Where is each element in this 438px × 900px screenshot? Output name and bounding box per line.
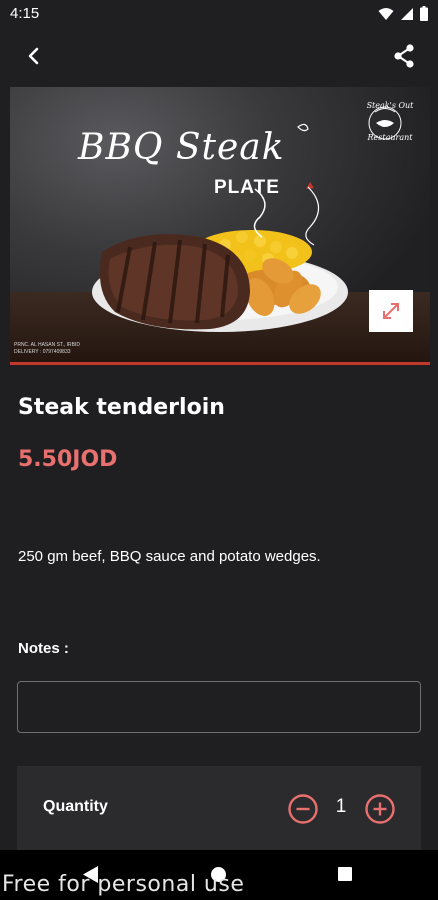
info-address: PRNC. AL HASAN ST., IRBID <box>14 342 80 348</box>
product-image: BBQ Steak PLATE Steak's Out Restaurant P… <box>10 87 430 365</box>
status-time: 4:15 <box>10 5 40 22</box>
nav-recents-icon[interactable] <box>338 867 352 881</box>
logo-text-bottom: Restaurant <box>367 133 413 143</box>
increase-quantity-button[interactable] <box>364 793 396 825</box>
minus-circle-icon <box>288 794 318 824</box>
app-bar <box>0 30 438 84</box>
product-price: 5.50JOD <box>18 447 118 472</box>
chevron-left-icon <box>28 47 39 65</box>
quantity-label: Quantity <box>43 798 108 815</box>
notes-label: Notes : <box>18 640 69 657</box>
expand-icon <box>383 303 399 319</box>
wifi-icon <box>378 7 394 20</box>
quantity-card: Quantity 1 <box>17 766 421 856</box>
quantity-value: 1 <box>335 796 347 817</box>
battery-icon <box>420 6 428 21</box>
watermark: Free for personal use <box>2 872 245 897</box>
info-delivery: DELIVERY : 0797409833 <box>14 349 71 355</box>
product-name: Steak tenderloin <box>18 395 225 420</box>
back-button[interactable] <box>20 42 48 70</box>
hero-title: BBQ Steak <box>78 127 285 168</box>
status-bar: 4:15 <box>0 0 438 30</box>
restaurant-info: PRNC. AL HASAN ST., IRBID DELIVERY : 079… <box>14 342 80 356</box>
hero-subtitle: PLATE <box>214 177 280 198</box>
restaurant-logo: Steak's Out Restaurant <box>362 101 418 144</box>
cell-signal-icon <box>401 7 413 20</box>
notes-input[interactable] <box>17 681 421 733</box>
status-icons <box>378 6 428 21</box>
share-button[interactable] <box>390 42 418 70</box>
expand-image-button[interactable] <box>369 290 413 332</box>
logo-text-top: Steak's Out <box>366 101 414 110</box>
decrease-quantity-button[interactable] <box>287 793 319 825</box>
share-icon <box>394 44 414 68</box>
plus-circle-icon <box>365 794 395 824</box>
product-description: 250 gm beef, BBQ sauce and potato wedges… <box>18 548 321 565</box>
